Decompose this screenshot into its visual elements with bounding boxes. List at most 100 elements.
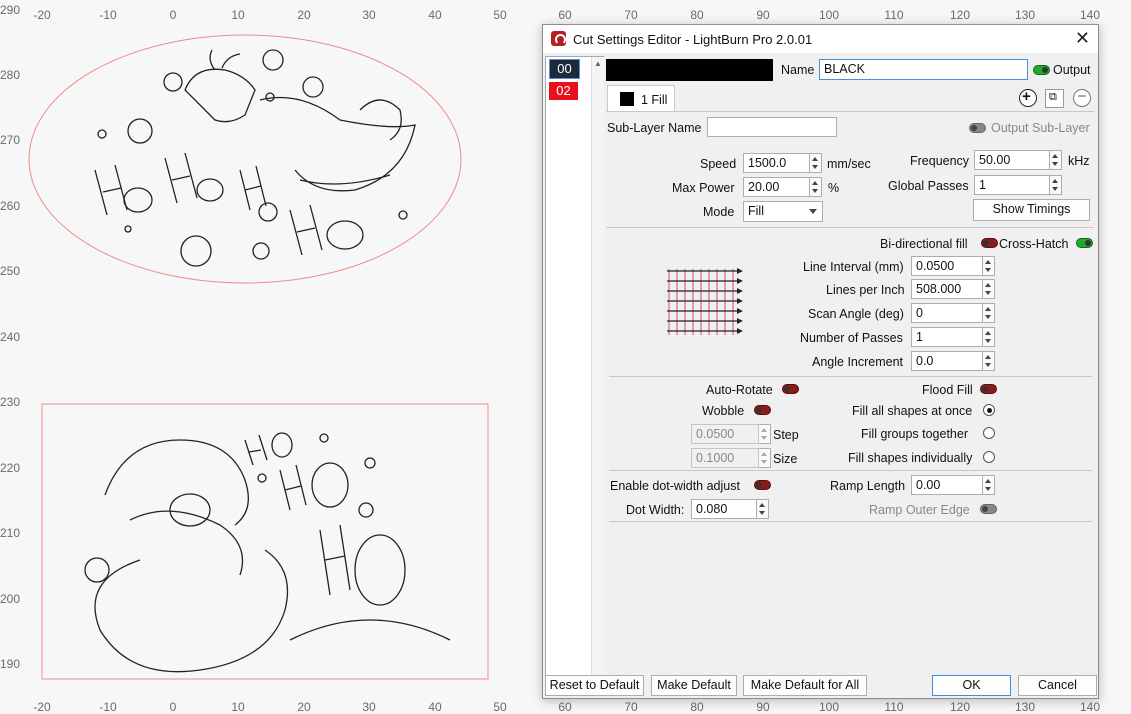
wobble-size-spinner[interactable] <box>759 448 771 468</box>
remove-sublayer-icon[interactable]: − <box>1073 88 1091 107</box>
step-label: Step <box>773 428 799 442</box>
add-sublayer-icon[interactable]: + <box>1019 88 1037 107</box>
make-default-button[interactable]: Make Default <box>651 675 737 696</box>
dialog-title: Cut Settings Editor - LightBurn Pro 2.0.… <box>573 32 813 47</box>
scan-angle-spinner[interactable] <box>983 303 995 323</box>
ramp-outer-edge-label: Ramp Outer Edge <box>869 503 970 517</box>
dot-width-adjust-label: Enable dot-width adjust <box>610 479 740 493</box>
scroll-up-icon[interactable]: ▲ <box>594 59 602 68</box>
sublayer-name-label: Sub-Layer Name <box>607 121 702 135</box>
fill-individually-radio[interactable] <box>983 451 995 463</box>
number-of-passes-input[interactable]: 1 <box>911 327 983 347</box>
lines-per-inch-input[interactable]: 508.000 <box>911 279 983 299</box>
mode-select[interactable]: Fill <box>743 201 823 222</box>
design-canvas[interactable] <box>0 0 540 700</box>
ruler-tick: 40 <box>428 700 442 714</box>
layer-list-scrollbar[interactable]: ▲ ▼ <box>591 57 604 693</box>
wobble-step-spinner[interactable] <box>759 424 771 444</box>
size-label: Size <box>773 452 798 466</box>
frequency-spinner[interactable] <box>1050 150 1062 170</box>
speed-input[interactable]: 1500.0 <box>743 153 810 173</box>
output-sublayer-toggle[interactable] <box>969 123 986 133</box>
make-default-for-all-button[interactable]: Make Default for All <box>743 675 867 696</box>
ramp-length-spinner[interactable] <box>983 475 995 495</box>
ruler-tick: 130 <box>1014 8 1036 22</box>
rect-outline[interactable] <box>41 403 489 680</box>
angle-increment-spinner[interactable] <box>983 351 995 371</box>
dot-width-label: Dot Width: <box>626 503 685 517</box>
ruler-tick: 80 <box>690 700 704 714</box>
speed-unit: mm/sec <box>827 157 871 171</box>
show-timings-button[interactable]: Show Timings <box>973 199 1090 221</box>
scan-angle-input[interactable]: 0 <box>911 303 983 323</box>
ramp-outer-edge-toggle[interactable] <box>980 504 997 514</box>
reset-to-default-button[interactable]: Reset to Default <box>545 675 644 696</box>
fill-individually-label: Fill shapes individually <box>848 451 973 465</box>
layer-item-02[interactable]: 02 <box>549 82 578 100</box>
frequency-label: Frequency <box>910 154 970 168</box>
wobble-step-input[interactable]: 0.0500 <box>691 424 759 444</box>
ruler-tick: 110 <box>884 700 904 714</box>
frequency-input[interactable]: 50.00 <box>974 150 1050 170</box>
tab-label: 1 Fill <box>641 93 668 107</box>
ruler-tick: 130 <box>1014 700 1036 714</box>
fill-all-radio[interactable] <box>983 404 995 416</box>
title-bar[interactable]: Cut Settings Editor - LightBurn Pro 2.0.… <box>543 25 1098 53</box>
fill-groups-radio[interactable] <box>983 427 995 439</box>
auto-rotate-toggle[interactable] <box>782 384 799 394</box>
max-power-unit: % <box>828 181 840 195</box>
max-power-label: Max Power <box>672 181 735 195</box>
global-passes-input[interactable]: 1 <box>974 175 1050 195</box>
close-icon[interactable]: ✕ <box>1075 28 1090 49</box>
ruler-tick: 120 <box>949 8 971 22</box>
ruler-tick: 90 <box>756 8 770 22</box>
santa-hoho-design[interactable] <box>84 432 451 673</box>
ramp-length-label: Ramp Length <box>830 479 906 493</box>
cancel-button[interactable]: Cancel <box>1018 675 1097 696</box>
name-input[interactable]: BLACK <box>819 59 1028 80</box>
ellipse-outline[interactable] <box>28 34 462 284</box>
max-power-input[interactable]: 20.00 <box>743 177 810 197</box>
number-of-passes-label: Number of Passes <box>800 331 903 345</box>
ramp-length-input[interactable]: 0.00 <box>911 475 983 495</box>
copy-sublayer-icon[interactable]: ⧉ <box>1045 89 1064 108</box>
line-interval-spinner[interactable] <box>983 256 995 276</box>
bidirectional-label: Bi-directional fill <box>880 237 968 251</box>
ruler-tick: 140 <box>1079 8 1101 22</box>
chevron-down-icon <box>809 209 817 214</box>
layer-list[interactable]: 00 02 ▲ ▼ <box>545 56 604 694</box>
output-label: Output <box>1053 63 1091 77</box>
line-interval-input[interactable]: 0.0500 <box>911 256 983 276</box>
speed-spinner[interactable] <box>810 153 822 173</box>
global-passes-spinner[interactable] <box>1050 175 1062 195</box>
flood-fill-toggle[interactable] <box>980 384 997 394</box>
cross-hatch-toggle[interactable] <box>1076 238 1093 248</box>
angle-increment-input[interactable]: 0.0 <box>911 351 983 371</box>
tab-color-swatch <box>620 92 634 106</box>
separator <box>606 227 1094 228</box>
max-power-spinner[interactable] <box>810 177 822 197</box>
layer-item-00[interactable]: 00 <box>549 59 580 79</box>
dot-width-adjust-toggle[interactable] <box>754 480 771 490</box>
ruler-tick: 110 <box>884 8 904 22</box>
hoho-reindeer-design[interactable] <box>94 49 416 267</box>
wobble-toggle[interactable] <box>754 405 771 415</box>
angle-increment-label: Angle Increment <box>812 355 904 369</box>
tab-1-fill[interactable]: 1 Fill <box>607 85 675 112</box>
output-toggle[interactable] <box>1033 65 1050 75</box>
bidirectional-toggle[interactable] <box>981 238 998 248</box>
layer-color-swatch[interactable] <box>606 59 773 81</box>
lines-per-inch-spinner[interactable] <box>983 279 995 299</box>
dot-width-spinner[interactable] <box>757 499 769 519</box>
mode-value: Fill <box>748 204 764 218</box>
bottom-ruler: -20 -10 0 10 20 30 40 50 60 70 80 90 100… <box>0 700 1131 714</box>
dot-width-input[interactable]: 0.080 <box>691 499 757 519</box>
lightburn-logo-icon <box>551 31 566 46</box>
flood-fill-label: Flood Fill <box>922 383 973 397</box>
ok-button[interactable]: OK <box>932 675 1011 696</box>
wobble-size-input[interactable]: 0.1000 <box>691 448 759 468</box>
mode-label: Mode <box>703 205 735 219</box>
speed-label: Speed <box>700 157 737 171</box>
sublayer-name-input[interactable] <box>707 117 837 137</box>
number-of-passes-spinner[interactable] <box>983 327 995 347</box>
